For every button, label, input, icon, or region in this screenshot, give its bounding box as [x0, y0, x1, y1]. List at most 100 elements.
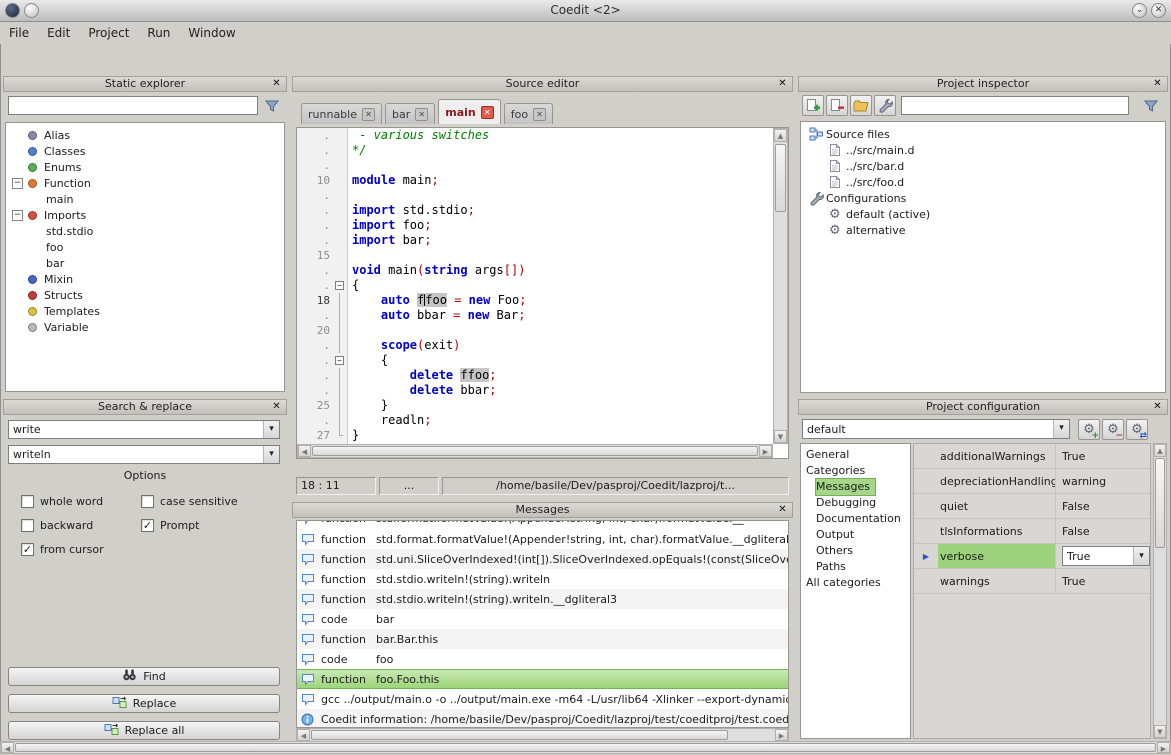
- message-row[interactable]: functionstd.uni.SliceOverIndexed!(int[])…: [297, 549, 788, 569]
- property-tlsInformations[interactable]: tlsInformationsFalse: [914, 519, 1150, 544]
- scroll-down-icon[interactable]: ▼: [1154, 725, 1166, 738]
- config-vertical-scrollbar[interactable]: ▲ ▼: [1153, 443, 1167, 739]
- category-all-categories[interactable]: All categories: [806, 575, 910, 591]
- scroll-left-icon[interactable]: ◀: [298, 445, 311, 457]
- category-documentation[interactable]: Documentation: [816, 511, 910, 527]
- window-horizontal-scrollbar[interactable]: ◀ ▶: [0, 741, 1171, 754]
- message-row[interactable]: codebar: [297, 609, 788, 629]
- message-row[interactable]: codefoo: [297, 649, 788, 669]
- close-icon[interactable]: ✕: [776, 503, 789, 517]
- editor-line[interactable]: 10module main;: [297, 173, 773, 188]
- menu-project[interactable]: Project: [79, 22, 138, 44]
- category-general[interactable]: General: [806, 447, 910, 463]
- explorer-item-foo[interactable]: foo: [6, 239, 284, 255]
- explorer-item-std-stdio[interactable]: std.stdio: [6, 223, 284, 239]
- explorer-item-imports[interactable]: −Imports: [6, 207, 284, 223]
- menu-edit[interactable]: Edit: [38, 22, 79, 44]
- tab-close-icon[interactable]: ✕: [362, 108, 375, 121]
- close-icon[interactable]: ✕: [270, 77, 283, 91]
- add-config-button[interactable]: ⚙+: [1078, 419, 1100, 440]
- inspector-item-default-active-[interactable]: ⚙default (active): [801, 206, 1165, 222]
- scrollbar-thumb[interactable]: [312, 446, 758, 456]
- editor-line[interactable]: . - various switches: [297, 128, 773, 143]
- editor-line[interactable]: .import foo;: [297, 218, 773, 233]
- static-explorer-header[interactable]: Static explorer ✕: [3, 76, 287, 92]
- checkbox-box[interactable]: [21, 495, 34, 508]
- inspector-item--src-bar-d[interactable]: ../src/bar.d: [801, 158, 1165, 174]
- message-row[interactable]: gcc ../output/main.o -o ../output/main.e…: [297, 689, 788, 709]
- property-verbose[interactable]: ▶verboseTrue▾: [914, 544, 1150, 569]
- tab-close-icon[interactable]: ✕: [533, 108, 546, 121]
- remove-file-button[interactable]: [826, 95, 848, 116]
- checkbox-box[interactable]: ✓: [141, 519, 154, 532]
- titlebar[interactable]: Coedit <2> ⌄ ✕: [0, 0, 1171, 22]
- editor-line[interactable]: .import std.stdio;: [297, 203, 773, 218]
- window-close-button[interactable]: ✕: [1151, 3, 1166, 18]
- shade-button[interactable]: ⌄: [1132, 3, 1147, 18]
- message-row[interactable]: functionstd.format.formatValue!(Appender…: [297, 521, 788, 529]
- category-others[interactable]: Others: [816, 543, 910, 559]
- filter-icon[interactable]: [1140, 96, 1162, 115]
- close-icon[interactable]: ✕: [1151, 77, 1164, 91]
- checkbox-from-cursor[interactable]: ✓from cursor: [21, 543, 141, 556]
- explorer-item-structs[interactable]: Structs: [6, 287, 284, 303]
- explorer-item-enums[interactable]: Enums: [6, 159, 284, 175]
- editor-line[interactable]: .− {: [297, 353, 773, 368]
- fold-icon[interactable]: −: [335, 281, 344, 290]
- remove-config-button[interactable]: ⚙−: [1102, 419, 1124, 440]
- editor-line[interactable]: .: [297, 158, 773, 173]
- editor-line[interactable]: .import bar;: [297, 233, 773, 248]
- explorer-item-templates[interactable]: Templates: [6, 303, 284, 319]
- property-value-dropdown[interactable]: True▾: [1062, 546, 1150, 566]
- replace-button[interactable]: Replace: [8, 694, 280, 713]
- explorer-item-alias[interactable]: Alias: [6, 127, 284, 143]
- inspector-item-configurations[interactable]: Configurations: [801, 190, 1165, 206]
- close-icon[interactable]: ✕: [1151, 400, 1164, 414]
- message-row[interactable]: functionstd.format.formatValue!(Appender…: [297, 529, 788, 549]
- scroll-up-icon[interactable]: ▲: [1154, 444, 1166, 457]
- filter-icon[interactable]: [261, 96, 283, 115]
- messages-horizontal-scrollbar[interactable]: ◀ ▶: [296, 728, 789, 742]
- explorer-item-function[interactable]: −Function: [6, 175, 284, 191]
- scroll-right-icon[interactable]: ▶: [1157, 742, 1170, 753]
- scroll-left-icon[interactable]: ◀: [297, 729, 310, 741]
- property-additionalWarnings[interactable]: additionalWarningsTrue: [914, 444, 1150, 469]
- editor-line[interactable]: 27}: [297, 428, 773, 443]
- add-file-button[interactable]: [802, 95, 824, 116]
- search-replace-header[interactable]: Search & replace ✕: [3, 399, 287, 415]
- category-debugging[interactable]: Debugging: [816, 495, 910, 511]
- messages-header[interactable]: Messages ✕: [292, 502, 793, 518]
- menu-window[interactable]: Window: [179, 22, 244, 44]
- explorer-item-variable[interactable]: Variable: [6, 319, 284, 335]
- tab-close-icon[interactable]: ✕: [415, 108, 428, 121]
- menu-run[interactable]: Run: [138, 22, 179, 44]
- category-messages[interactable]: Messages: [816, 479, 875, 495]
- replace-all-button[interactable]: Replace all: [8, 721, 280, 740]
- message-row[interactable]: Coedit information: /home/basile/Dev/pas…: [297, 709, 788, 728]
- sync-config-button[interactable]: ⚙⇄: [1126, 419, 1148, 440]
- editor-line[interactable]: 18 auto ffoo = new Foo;: [297, 293, 773, 308]
- close-icon[interactable]: ✕: [270, 400, 283, 414]
- message-row[interactable]: functionstd.stdio.writeln!(string).write…: [297, 569, 788, 589]
- configuration-combo[interactable]: default ▾: [802, 419, 1070, 439]
- chevron-down-icon[interactable]: ▾: [263, 446, 279, 463]
- tools-button[interactable]: [874, 95, 896, 116]
- project-configuration-header[interactable]: Project configuration ✕: [798, 399, 1168, 415]
- message-row[interactable]: functionfoo.Foo.this: [297, 669, 788, 689]
- message-row[interactable]: functionbar.Bar.this: [297, 629, 788, 649]
- search-term-combo[interactable]: write ▾: [8, 420, 280, 439]
- scrollbar-thumb[interactable]: [311, 730, 728, 740]
- inspector-item--src-foo-d[interactable]: ../src/foo.d: [801, 174, 1165, 190]
- checkbox-box[interactable]: ✓: [21, 543, 34, 556]
- editor-line[interactable]: .void main(string args[]): [297, 263, 773, 278]
- scroll-up-icon[interactable]: ▲: [774, 129, 787, 142]
- replace-term-combo[interactable]: writeln ▾: [8, 445, 280, 464]
- tab-main[interactable]: main✕: [438, 99, 501, 124]
- app-icon[interactable]: [5, 3, 20, 18]
- checkbox-Prompt[interactable]: ✓Prompt: [141, 519, 273, 532]
- tab-close-icon[interactable]: ✕: [481, 106, 494, 119]
- chevron-down-icon[interactable]: ▾: [1133, 547, 1149, 565]
- explorer-item-mixin[interactable]: Mixin: [6, 271, 284, 287]
- scroll-right-icon[interactable]: ▶: [759, 445, 772, 457]
- category-paths[interactable]: Paths: [816, 559, 910, 575]
